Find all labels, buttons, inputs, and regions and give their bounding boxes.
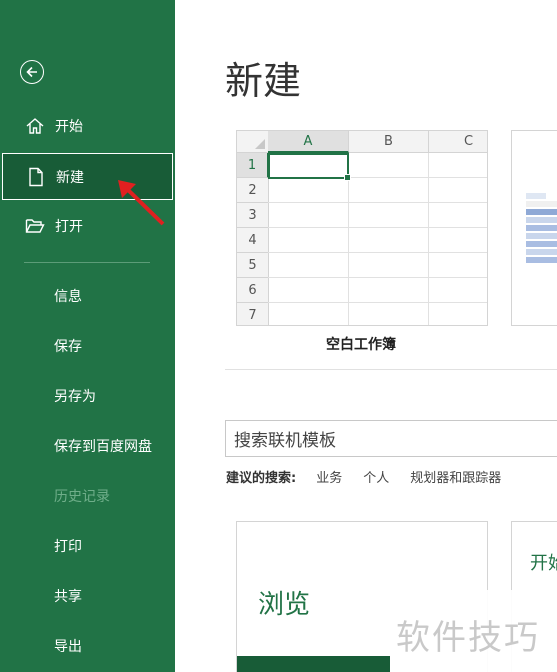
nav-info-label: 信息 xyxy=(54,289,82,305)
new-file-icon xyxy=(25,166,47,188)
nav-save-label: 保存 xyxy=(54,339,82,355)
nav-save-as-label: 另存为 xyxy=(54,389,96,405)
main-panel: 新建 A B C 1 2 3 4 5 6 7 空白工作簿 搜索联机模板 建议的搜… xyxy=(175,0,557,672)
nav-export[interactable]: 导出 xyxy=(0,623,175,669)
grid-cell xyxy=(268,178,349,203)
nav-save-as[interactable]: 另存为 xyxy=(0,373,175,419)
nav-save[interactable]: 保存 xyxy=(0,323,175,369)
grid-cell xyxy=(349,153,429,178)
row-header: 7 xyxy=(237,303,269,325)
nav-print[interactable]: 打印 xyxy=(0,523,175,569)
grid-cell xyxy=(268,228,349,253)
nav-share-label: 共享 xyxy=(54,589,82,605)
grid-cell xyxy=(349,278,429,303)
nav-open-label: 打开 xyxy=(55,219,83,235)
grid-cell xyxy=(429,203,487,228)
row-header: 2 xyxy=(237,178,269,203)
nav-history: 历史记录 xyxy=(0,473,175,519)
suggested-search-link[interactable]: 个人 xyxy=(363,467,389,486)
nav-new-label: 新建 xyxy=(56,169,84,186)
watermark: 软件技巧 xyxy=(392,590,557,672)
grid-cell xyxy=(429,303,487,325)
nav-save-to-baidu[interactable]: 保存到百度网盘 xyxy=(0,423,175,469)
select-all-corner xyxy=(237,131,269,153)
template-preview xyxy=(526,193,557,265)
nav-export-label: 导出 xyxy=(54,639,82,655)
row-header: 5 xyxy=(237,253,269,278)
row-header: 6 xyxy=(237,278,269,303)
grid-cell xyxy=(349,178,429,203)
nav-print-label: 打印 xyxy=(54,539,82,555)
nav-share[interactable]: 共享 xyxy=(0,573,175,619)
column-header: C xyxy=(429,131,487,153)
suggested-search-link[interactable]: 规划器和跟踪器 xyxy=(410,467,501,486)
template-tile[interactable] xyxy=(511,130,557,326)
active-cell-selection xyxy=(268,153,351,181)
grid-cell xyxy=(429,278,487,303)
suggested-search-link[interactable]: 业务 xyxy=(316,467,342,486)
grid-cell xyxy=(268,203,349,228)
nav-home[interactable]: 开始 xyxy=(0,103,175,149)
grid-cell xyxy=(349,228,429,253)
grid-cell xyxy=(268,278,349,303)
search-placeholder: 搜索联机模板 xyxy=(234,431,336,451)
home-icon xyxy=(24,115,46,137)
watermark-text: 软件技巧 xyxy=(396,618,540,658)
grid-cell xyxy=(268,303,349,325)
back-arrow-icon[interactable] xyxy=(20,60,44,84)
grid-cell xyxy=(349,303,429,325)
grid-cell xyxy=(349,253,429,278)
folder-open-icon xyxy=(24,215,46,237)
suggested-searches-label: 建议的搜索: xyxy=(226,471,297,486)
template-tile-partial-label: 开始 xyxy=(530,553,557,574)
nav-save-to-baidu-label: 保存到百度网盘 xyxy=(54,439,152,455)
section-divider xyxy=(225,369,557,370)
browse-tile-bar xyxy=(237,656,390,672)
backstage-sidebar: 开始 新建 打开 信息 保存 另存为 保存到百度网盘 历史记录 打印 共享 导出 xyxy=(0,0,175,672)
grid-cell xyxy=(429,228,487,253)
nav-home-label: 开始 xyxy=(55,119,83,135)
sidebar-divider xyxy=(24,262,150,263)
page-title: 新建 xyxy=(225,59,302,103)
blank-workbook-tile[interactable]: A B C 1 2 3 4 5 6 7 xyxy=(236,130,488,326)
suggested-searches: 建议的搜索: 业务 个人 规划器和跟踪器 xyxy=(226,467,522,486)
search-templates-input[interactable]: 搜索联机模板 xyxy=(225,420,557,457)
column-header: A xyxy=(268,131,349,153)
grid-cell xyxy=(429,178,487,203)
grid-cell xyxy=(349,203,429,228)
grid-cell xyxy=(429,153,487,178)
row-header: 1 xyxy=(237,153,269,178)
row-header: 4 xyxy=(237,228,269,253)
row-header: 3 xyxy=(237,203,269,228)
annotation-arrow xyxy=(118,180,165,226)
grid-cell xyxy=(429,253,487,278)
column-header: B xyxy=(349,131,429,153)
grid-cell xyxy=(268,253,349,278)
nav-info[interactable]: 信息 xyxy=(0,273,175,319)
blank-workbook-caption: 空白工作簿 xyxy=(326,337,396,353)
browse-tile-label: 浏览 xyxy=(258,590,311,620)
nav-history-label: 历史记录 xyxy=(54,489,110,505)
